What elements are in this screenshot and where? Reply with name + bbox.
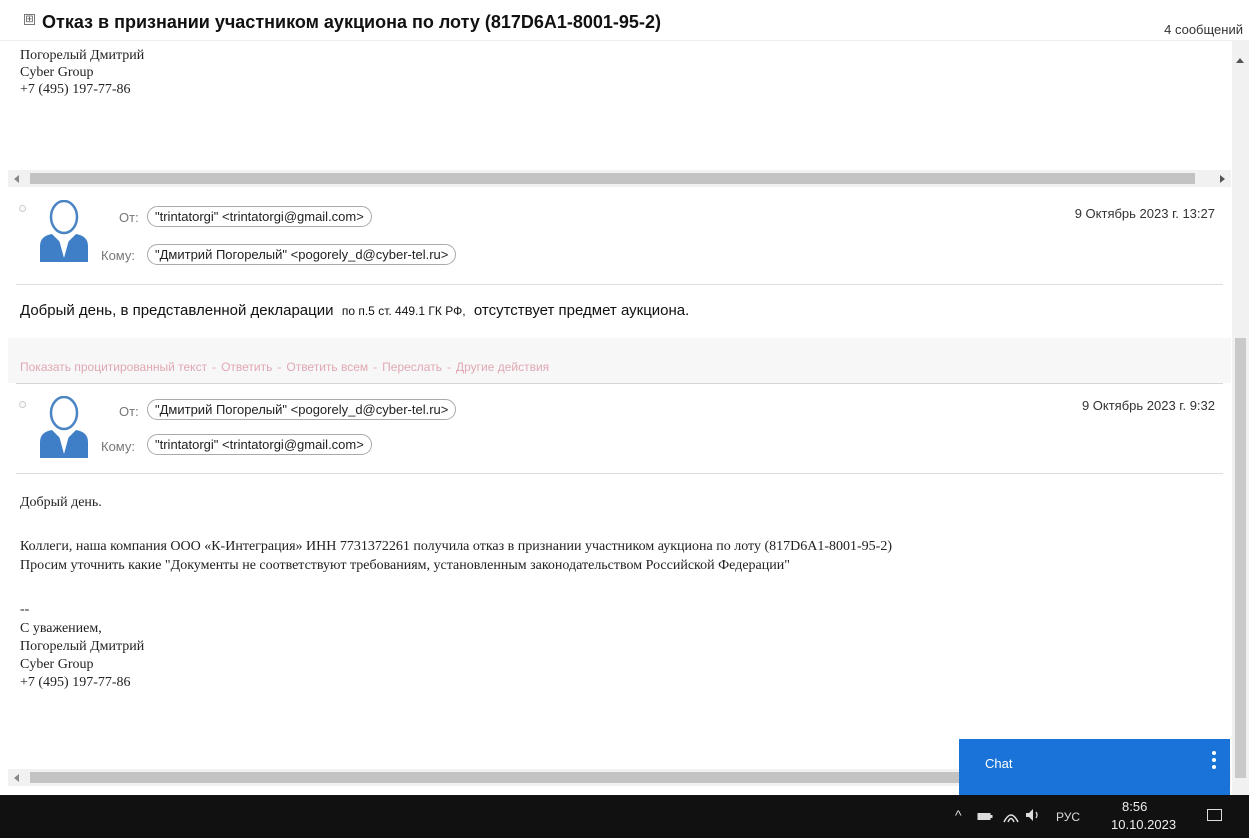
message-item: От: "trintatorgi" <trintatorgi@gmail.com… — [8, 188, 1231, 383]
signature-line: Погорелый Дмитрий — [20, 48, 145, 63]
signature-separator: -- — [20, 602, 30, 617]
message-count: 4 сообщений — [1164, 22, 1243, 37]
unread-dot-icon[interactable] — [19, 401, 26, 408]
taskbar: ^ РУС 8:56 10.10.2023 — [0, 795, 1249, 838]
forward-link[interactable]: Переслать — [382, 360, 442, 374]
message-actions: Показать процитированный текст - Ответить -… — [20, 360, 550, 374]
volume-icon[interactable] — [1025, 808, 1042, 822]
show-hidden-icons-icon[interactable]: ^ — [955, 807, 962, 823]
language-indicator[interactable]: РУС — [1056, 810, 1080, 824]
notifications-icon[interactable] — [1207, 809, 1222, 821]
scrollbar-thumb[interactable] — [30, 173, 1195, 184]
signature-line: +7 (495) 197-77-86 — [20, 82, 131, 97]
body-paragraph: Просим уточнить какие "Документы не соот… — [20, 558, 790, 573]
scroll-up-icon[interactable] — [1236, 58, 1244, 63]
reply-link[interactable]: Ответить — [221, 360, 272, 374]
recipient-chip[interactable]: "trintatorgi" <trintatorgi@gmail.com> — [147, 434, 372, 455]
message-date: 9 Октябрь 2023 г. 13:27 — [1074, 206, 1215, 221]
divider — [16, 284, 1223, 285]
body-text: Добрый день, в представленной декларации — [20, 302, 334, 319]
sender-chip[interactable]: "trintatorgi" <trintatorgi@gmail.com> — [147, 206, 372, 227]
chat-label: Chat — [985, 756, 1013, 771]
body-text: отсутствует предмет аукциона. — [473, 302, 690, 319]
body-paragraph: Коллеги, наша компания ООО «К-Интеграция… — [20, 539, 892, 554]
battery-icon[interactable] — [977, 811, 993, 822]
signature-line: Погорелый Дмитрий — [20, 639, 145, 654]
clock-date[interactable]: 10.10.2023 — [1111, 817, 1176, 832]
scroll-right-icon[interactable] — [1220, 175, 1225, 183]
greeting: Добрый день. — [20, 495, 102, 510]
previous-message-body: Погорелый Дмитрий Cyber Group +7 (495) 1… — [8, 48, 1231, 170]
show-quoted-link[interactable]: Показать процитированный текст — [20, 360, 207, 374]
more-actions-link[interactable]: Другие действия — [456, 360, 549, 374]
avatar-icon — [40, 200, 88, 262]
to-label: Кому: — [101, 248, 135, 263]
chat-widget[interactable]: Chat — [959, 739, 1230, 795]
signature-line: С уважением, — [20, 621, 102, 636]
reply-all-link[interactable]: Ответить всем — [286, 360, 368, 374]
from-label: От: — [119, 404, 139, 419]
thread-header: ⊞ Отказ в признании участником аукциона … — [0, 0, 1249, 41]
message-body: Добрый день, в представленной декларации… — [20, 302, 689, 319]
message-item: От: "Дмитрий Погорелый" <pogorely_d@cybe… — [8, 384, 1231, 769]
scroll-left-icon[interactable] — [14, 774, 19, 782]
recipient-chip[interactable]: "Дмитрий Погорелый" <pogorely_d@cyber-te… — [147, 244, 457, 265]
from-label: От: — [119, 210, 139, 225]
horizontal-scrollbar[interactable] — [8, 170, 1231, 187]
divider — [16, 473, 1223, 474]
clock-time[interactable]: 8:56 — [1122, 799, 1147, 814]
signature-line: Cyber Group — [20, 65, 94, 80]
scrollbar-thumb[interactable] — [1235, 338, 1246, 778]
signature-line: Cyber Group — [20, 657, 94, 672]
sender-chip[interactable]: "Дмитрий Погорелый" <pogorely_d@cyber-te… — [147, 399, 457, 420]
more-vert-icon[interactable] — [1212, 751, 1216, 772]
to-label: Кому: — [101, 439, 135, 454]
unread-dot-icon[interactable] — [19, 205, 26, 212]
body-text-small: по п.5 ст. 449.1 ГК РФ, — [341, 304, 466, 318]
expand-thread-icon[interactable]: ⊞ — [24, 14, 35, 25]
message-date: 9 Октябрь 2023 г. 9:32 — [1081, 398, 1215, 413]
scroll-left-icon[interactable] — [14, 175, 19, 183]
vertical-scrollbar[interactable] — [1232, 40, 1249, 795]
thread-title: Отказ в признании участником аукциона по… — [42, 12, 661, 32]
avatar-icon — [40, 396, 88, 458]
wifi-icon[interactable] — [1003, 808, 1019, 823]
signature-line: +7 (495) 197-77-86 — [20, 675, 131, 690]
